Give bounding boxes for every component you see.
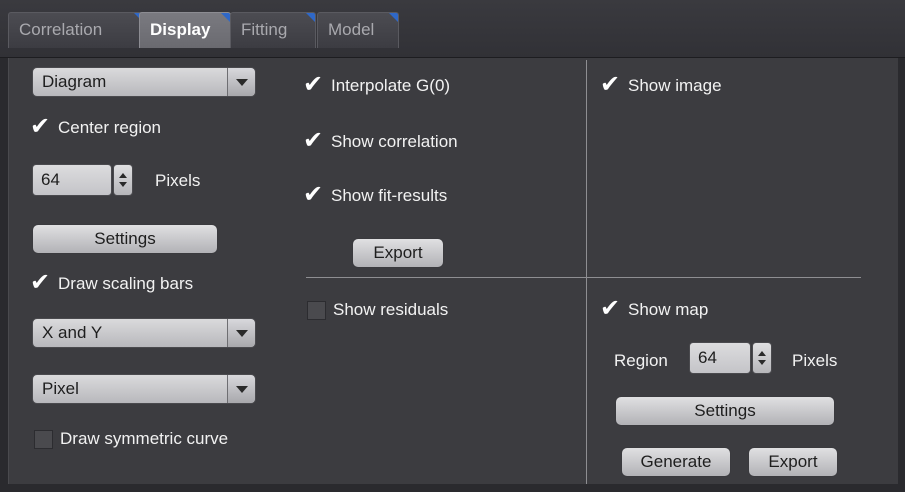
checkbox-label: Draw symmetric curve (60, 429, 229, 448)
tab-corner-marker (388, 13, 398, 23)
pixels-stepper[interactable] (113, 164, 133, 196)
show-residuals-checkbox[interactable]: Show residuals (307, 299, 448, 321)
checkmark-icon[interactable] (303, 70, 324, 98)
tab-label: Fitting (241, 20, 288, 39)
left-settings-button[interactable]: Settings (32, 224, 218, 254)
checkmark-icon[interactable] (600, 70, 621, 98)
units-dropdown[interactable]: Pixel (32, 374, 256, 404)
tab-display[interactable]: Display (139, 12, 231, 48)
generate-button[interactable]: Generate (621, 447, 731, 477)
diagram-dropdown[interactable]: Diagram (32, 67, 256, 97)
show-fit-results-checkbox[interactable]: Show fit-results (303, 180, 448, 208)
right-export-button[interactable]: Export (748, 447, 838, 477)
input-value: 64 (698, 348, 717, 367)
tab-correlation[interactable]: Correlation (8, 12, 144, 48)
draw-symmetric-curve-checkbox[interactable]: Draw symmetric curve (34, 428, 228, 450)
center-region-checkbox[interactable]: Center region (30, 112, 162, 140)
checkbox-label: Center region (58, 118, 162, 137)
button-label: Settings (94, 229, 156, 248)
input-value: 64 (41, 170, 60, 189)
axes-dropdown[interactable]: X and Y (32, 318, 256, 348)
checkbox-label: Interpolate G(0) (331, 76, 451, 95)
checkbox-label: Show image (628, 76, 722, 95)
button-label: Generate (640, 452, 712, 471)
button-label: Export (768, 452, 818, 471)
region-input[interactable]: 64 (689, 342, 751, 374)
checkbox-label: Show correlation (331, 132, 458, 151)
checkbox-label: Show map (628, 300, 709, 319)
draw-scaling-bars-checkbox[interactable]: Draw scaling bars (30, 268, 194, 296)
vertical-divider (586, 60, 587, 484)
dropdown-value: Pixel (42, 379, 79, 398)
chevron-down-icon[interactable] (227, 375, 255, 403)
show-image-checkbox[interactable]: Show image (600, 70, 722, 98)
tab-label: Model (328, 20, 375, 39)
chevron-down-icon[interactable] (227, 319, 255, 347)
checkmark-icon[interactable] (600, 294, 621, 322)
tab-model[interactable]: Model (317, 12, 399, 48)
checkbox-box[interactable] (307, 300, 326, 320)
tab-corner-marker (305, 13, 315, 23)
horizontal-divider (306, 277, 861, 278)
checkmark-icon[interactable] (30, 268, 51, 296)
checkmark-icon[interactable] (30, 112, 51, 140)
checkbox-label: Draw scaling bars (58, 274, 194, 293)
pixels-input[interactable]: 64 (32, 164, 112, 196)
checkmark-icon[interactable] (303, 180, 324, 208)
dropdown-value: Diagram (42, 72, 107, 91)
region-label: Region (614, 351, 668, 370)
tab-label: Correlation (19, 20, 103, 39)
right-settings-button[interactable]: Settings (615, 396, 835, 426)
tab-fitting[interactable]: Fitting (230, 12, 316, 48)
checkbox-box[interactable] (34, 429, 53, 449)
middle-export-button[interactable]: Export (352, 238, 444, 268)
display-panel: Correlation Display Fitting Model Diagra… (0, 0, 905, 492)
chevron-down-icon[interactable] (227, 68, 255, 96)
checkbox-label: Show residuals (333, 300, 449, 319)
region-stepper[interactable] (752, 342, 772, 374)
tab-label: Display (150, 20, 211, 39)
checkmark-icon[interactable] (303, 126, 324, 154)
pixels-label: Pixels (155, 171, 201, 190)
tab-bar: Correlation Display Fitting Model (0, 0, 905, 58)
show-map-checkbox[interactable]: Show map (600, 294, 709, 322)
button-label: Settings (694, 401, 756, 420)
button-label: Export (373, 243, 423, 262)
checkbox-label: Show fit-results (331, 186, 448, 205)
interpolate-checkbox[interactable]: Interpolate G(0) (303, 70, 451, 98)
pixels-label: Pixels (792, 351, 838, 370)
dropdown-value: X and Y (42, 323, 103, 342)
show-correlation-checkbox[interactable]: Show correlation (303, 126, 458, 154)
